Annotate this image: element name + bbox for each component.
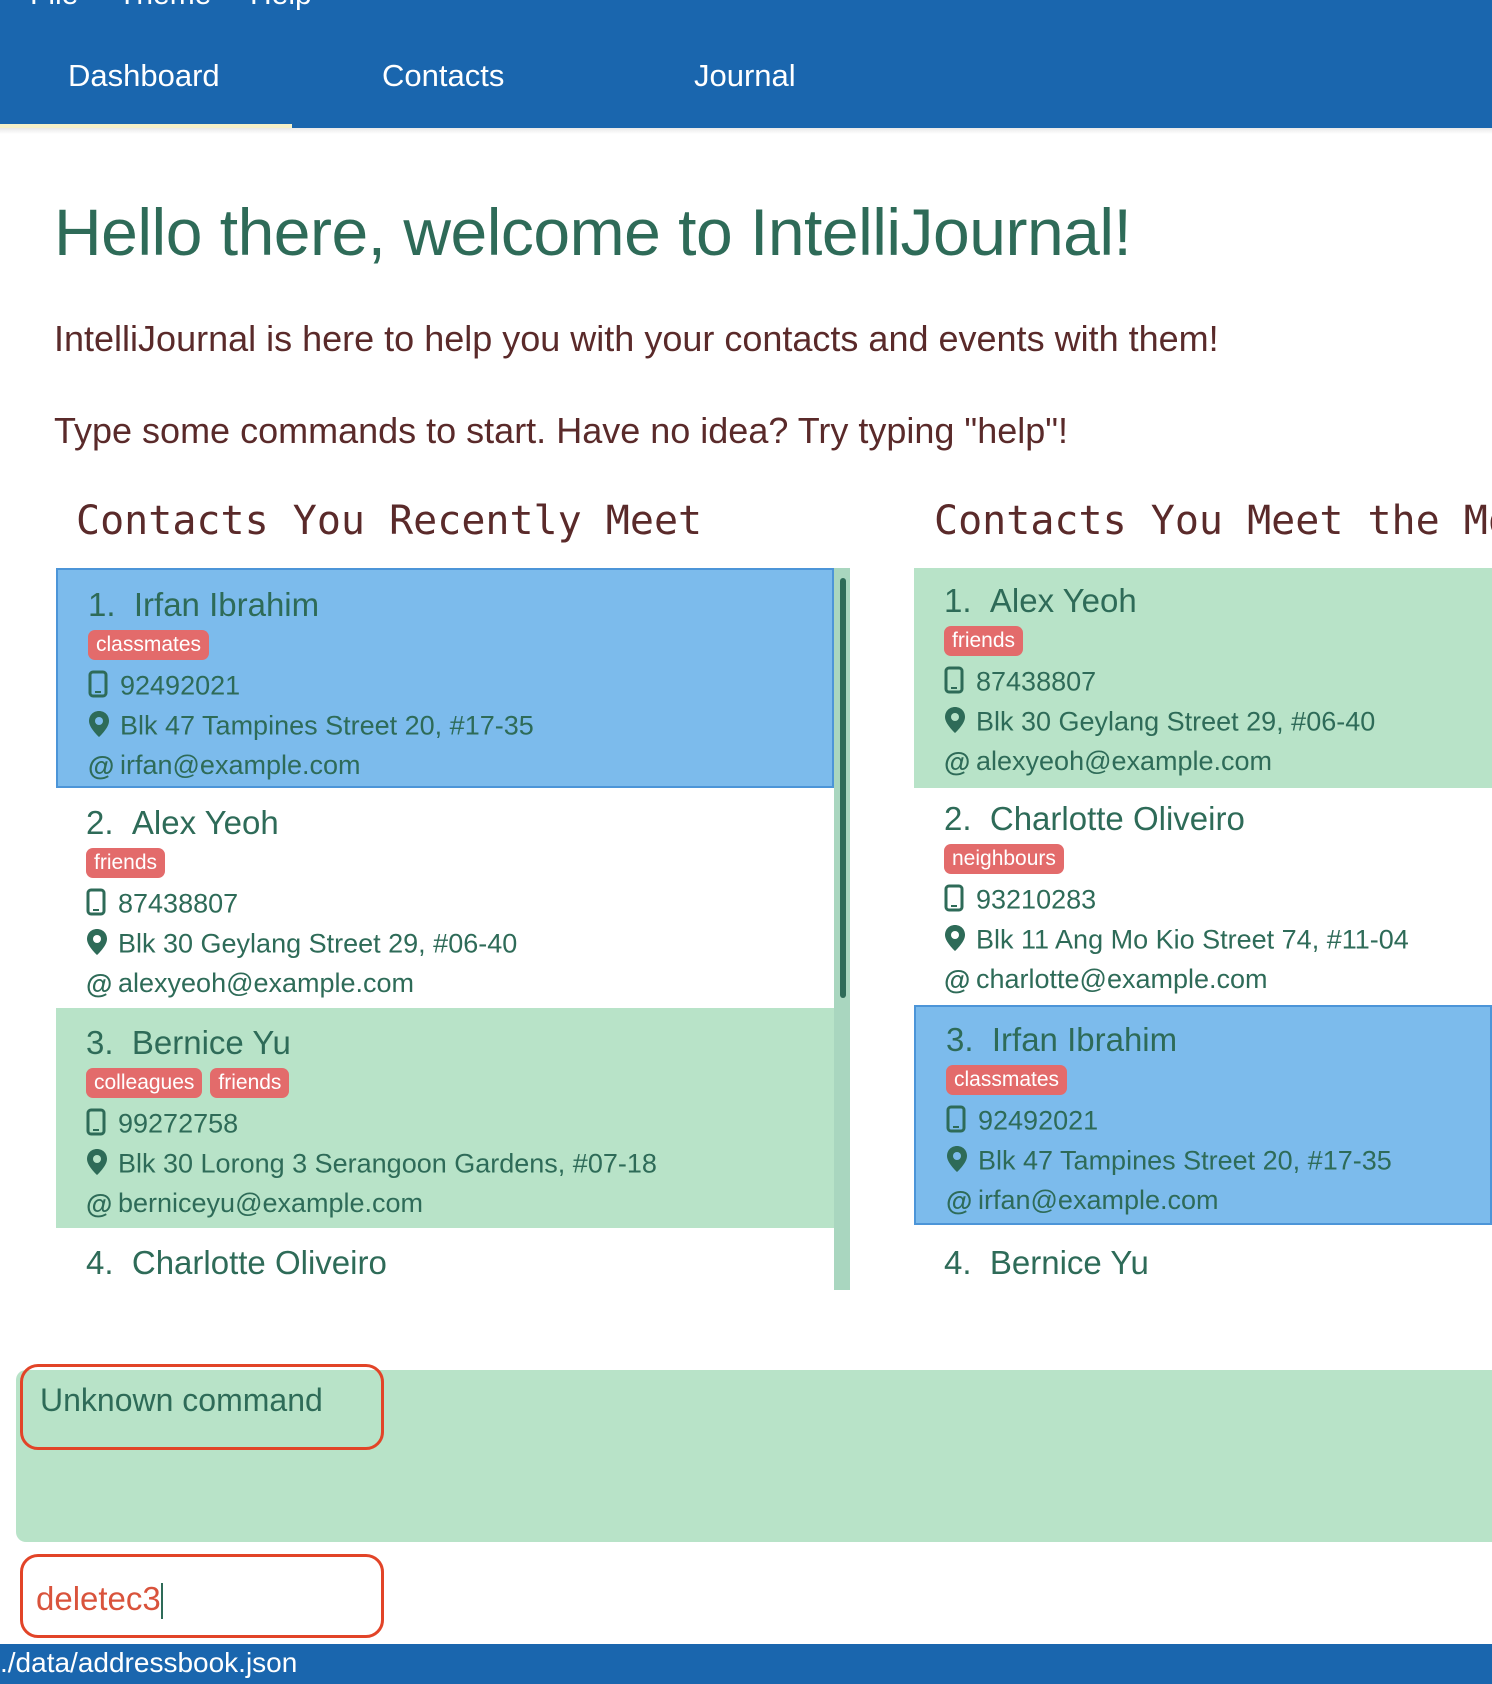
recent-list-scroll-thumb[interactable] bbox=[840, 578, 846, 998]
tab-journal[interactable]: Journal bbox=[694, 58, 796, 94]
welcome-hint: Type some commands to start. Have no ide… bbox=[54, 410, 1069, 451]
at-sign-icon: @ bbox=[944, 965, 971, 996]
contact-address: Blk 30 Lorong 3 Serangoon Gardens, #07-1… bbox=[86, 1148, 657, 1183]
contact-email: @ alexyeoh@example.com bbox=[86, 968, 415, 1000]
location-pin-icon bbox=[946, 1145, 972, 1180]
contact-phone: 92492021 bbox=[946, 1105, 1098, 1140]
tag-badge: classmates bbox=[88, 630, 210, 660]
menu-theme[interactable]: Theme bbox=[118, 0, 211, 12]
contact-address: Blk 47 Tampines Street 20, #17-35 bbox=[88, 710, 534, 745]
location-pin-icon bbox=[88, 710, 114, 745]
contact-name: 1. Alex Yeoh bbox=[944, 582, 1137, 619]
tag-badge: colleagues bbox=[86, 1068, 203, 1098]
save-location-path: ./data/addressbook.json bbox=[0, 1647, 298, 1678]
contact-phone: 87438807 bbox=[86, 888, 238, 923]
contact-address: Blk 30 Geylang Street 29, #06-40 bbox=[86, 928, 517, 963]
tag-badge: neighbours bbox=[944, 844, 1064, 874]
most-met-contacts-heading: Contacts You Meet the Most bbox=[934, 498, 1492, 544]
status-bar: ./data/addressbook.json bbox=[0, 1644, 1492, 1684]
menu-help[interactable]: Help bbox=[250, 0, 312, 12]
at-sign-icon: @ bbox=[86, 1189, 113, 1220]
contact-phone: 92492021 bbox=[88, 670, 240, 705]
result-highlight-annotation bbox=[20, 1364, 384, 1450]
at-sign-icon: @ bbox=[946, 1186, 973, 1217]
contact-address: Blk 47 Tampines Street 20, #17-35 bbox=[946, 1145, 1392, 1180]
contact-name: 3. Bernice Yu bbox=[86, 1024, 291, 1061]
welcome-title: Hello there, welcome to IntelliJournal! bbox=[54, 195, 1132, 269]
tag-badge: friends bbox=[944, 626, 1024, 656]
menu-file[interactable]: File bbox=[30, 0, 78, 12]
location-pin-icon bbox=[86, 1148, 112, 1183]
contact-card[interactable]: 3. Bernice Yu colleagues friends 99272758… bbox=[56, 1008, 834, 1228]
tag-badge: friends bbox=[86, 848, 166, 878]
contact-name: 3. Irfan Ibrahim bbox=[946, 1021, 1178, 1058]
tab-dashboard[interactable]: Dashboard bbox=[68, 58, 220, 94]
contact-email: @ charlotte@example.com bbox=[944, 964, 1268, 996]
tab-contacts[interactable]: Contacts bbox=[382, 58, 504, 94]
recent-contacts-heading: Contacts You Recently Meet bbox=[76, 498, 703, 544]
location-pin-icon bbox=[86, 928, 112, 963]
tag-badge: friends bbox=[210, 1068, 290, 1098]
contact-tags: classmates bbox=[88, 630, 217, 664]
contact-phone: 99272758 bbox=[86, 1108, 238, 1143]
command-highlight-annotation bbox=[20, 1554, 384, 1638]
phone-icon bbox=[86, 1108, 112, 1143]
welcome-description: IntelliJournal is here to help you with … bbox=[54, 318, 1219, 359]
top-bar: File Theme Help Dashboard Contacts Journ… bbox=[0, 0, 1492, 128]
location-pin-icon bbox=[944, 706, 970, 741]
contact-email: @ berniceyu@example.com bbox=[86, 1188, 424, 1220]
phone-icon bbox=[946, 1105, 972, 1140]
contact-tags: friends bbox=[944, 626, 1031, 660]
most-met-contacts-list[interactable]: 1. Alex Yeoh friends 87438807 Blk 30 Gey… bbox=[914, 568, 1492, 1290]
phone-icon bbox=[944, 666, 970, 701]
location-pin-icon bbox=[944, 924, 970, 959]
contact-address: Blk 30 Geylang Street 29, #06-40 bbox=[944, 706, 1375, 741]
contact-tags: classmates bbox=[946, 1065, 1075, 1099]
contact-email: @ alexyeoh@example.com bbox=[944, 746, 1273, 778]
at-sign-icon: @ bbox=[88, 751, 115, 782]
contact-tags: friends bbox=[86, 848, 173, 882]
phone-icon bbox=[86, 888, 112, 923]
contact-card[interactable]: 2. Alex Yeoh friends 87438807 Blk 30 Gey… bbox=[56, 788, 834, 1008]
phone-icon bbox=[944, 884, 970, 919]
contact-card[interactable]: 3. Irfan Ibrahim classmates 92492021 Blk… bbox=[914, 1005, 1492, 1225]
at-sign-icon: @ bbox=[944, 747, 971, 778]
contact-tags: neighbours bbox=[944, 844, 1072, 878]
contact-tags: colleagues friends bbox=[86, 1068, 297, 1102]
contact-card[interactable]: 4. Bernice Yu bbox=[914, 1228, 1492, 1290]
contact-card[interactable]: 1. Irfan Ibrahim classmates 92492021 Blk… bbox=[56, 568, 834, 788]
contact-name: 2. Alex Yeoh bbox=[86, 804, 279, 841]
contact-name: 2. Charlotte Oliveiro bbox=[944, 800, 1245, 837]
contact-name: 4. Bernice Yu bbox=[944, 1244, 1149, 1281]
contact-card[interactable]: 2. Charlotte Oliveiro neighbours 9321028… bbox=[914, 788, 1492, 1008]
contact-card[interactable]: 1. Alex Yeoh friends 87438807 Blk 30 Gey… bbox=[914, 568, 1492, 788]
contact-phone: 93210283 bbox=[944, 884, 1096, 919]
contact-email: @ irfan@example.com bbox=[946, 1185, 1219, 1217]
contact-name: 1. Irfan Ibrahim bbox=[88, 586, 320, 623]
contact-card[interactable]: 4. Charlotte Oliveiro bbox=[56, 1228, 834, 1290]
phone-icon bbox=[88, 670, 114, 705]
contact-phone: 87438807 bbox=[944, 666, 1096, 701]
top-bar-shadow bbox=[0, 128, 1492, 134]
at-sign-icon: @ bbox=[86, 969, 113, 1000]
contact-name: 4. Charlotte Oliveiro bbox=[86, 1244, 387, 1281]
recent-contacts-list[interactable]: 1. Irfan Ibrahim classmates 92492021 Blk… bbox=[56, 568, 834, 1290]
tag-badge: classmates bbox=[946, 1065, 1068, 1095]
contact-email: @ irfan@example.com bbox=[88, 750, 361, 782]
contact-address: Blk 11 Ang Mo Kio Street 74, #11-04 bbox=[944, 924, 1409, 959]
